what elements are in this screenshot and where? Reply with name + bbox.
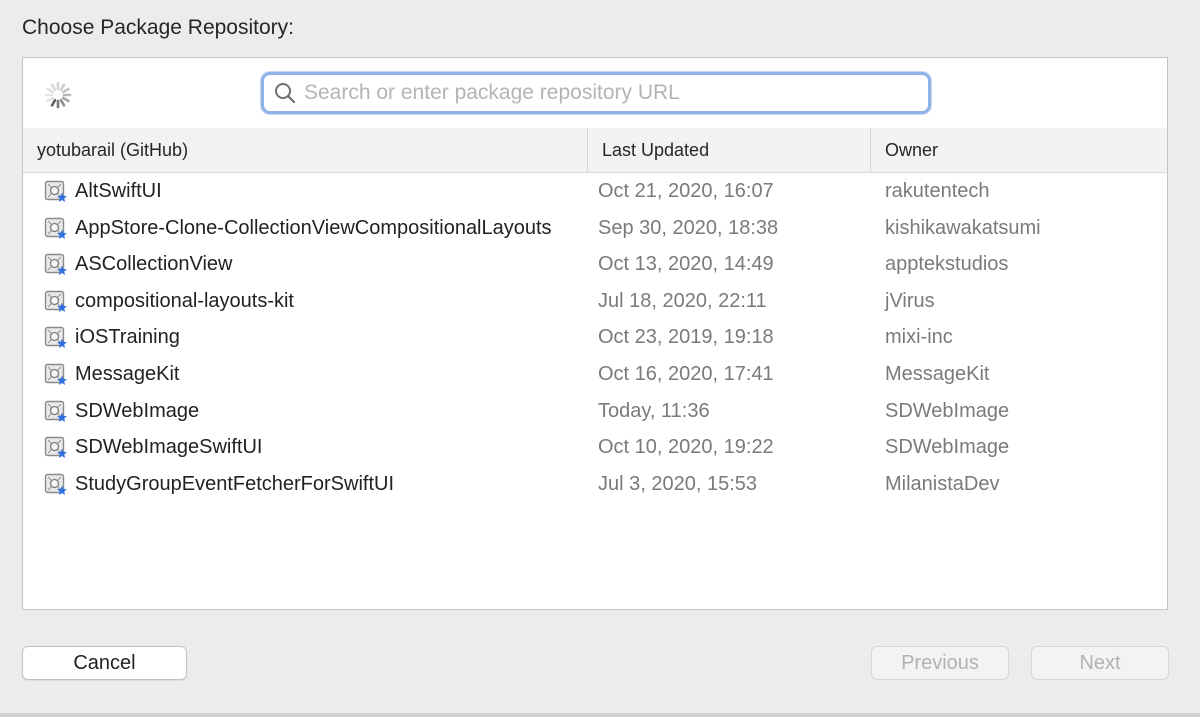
swift-package-icon xyxy=(44,253,67,276)
previous-button[interactable]: Previous xyxy=(871,646,1009,680)
repository-name: compositional-layouts-kit xyxy=(75,289,294,312)
repository-name: AltSwiftUI xyxy=(75,180,162,202)
last-updated-date: Today, 11:36 xyxy=(598,399,710,422)
last-updated-date: Sep 30, 2020, 18:38 xyxy=(598,216,779,239)
cancel-button[interactable]: Cancel xyxy=(22,646,187,680)
last-updated-date: Jul 3, 2020, 15:53 xyxy=(598,472,758,495)
last-updated-date: Oct 16, 2020, 17:41 xyxy=(598,362,774,385)
repository-name: SDWebImage xyxy=(75,399,200,422)
repository-name: StudyGroupEventFetcherForSwiftUI xyxy=(75,472,395,495)
column-header-name[interactable]: yotubarail (GitHub) xyxy=(23,128,587,172)
table-row[interactable]: compositional-layouts-kit Jul 18, 2020, 2… xyxy=(23,283,1167,320)
repository-name: ASCollectionView xyxy=(75,253,233,276)
table-row[interactable]: AppStore-Clone-CollectionViewComposition… xyxy=(23,210,1167,247)
last-updated-date: Oct 13, 2020, 14:49 xyxy=(598,253,774,276)
swift-package-icon xyxy=(44,327,67,349)
table-row[interactable]: SDWebImageSwiftUI Oct 10, 2020, 19:22 SDWe… xyxy=(23,429,1167,466)
repository-name: iOSTraining xyxy=(75,326,180,349)
repository-owner: SDWebImage xyxy=(885,399,1010,422)
search-field[interactable] xyxy=(261,72,931,114)
repository-name: SDWebImageSwiftUI xyxy=(75,436,263,459)
table-row[interactable]: SDWebImage Today, 11:36 SDWebImage xyxy=(23,393,1167,430)
table-row[interactable]: iOSTraining Oct 23, 2019, 19:18 mixi-inc xyxy=(23,319,1167,356)
window-bottom-edge xyxy=(0,713,1200,717)
last-updated-date: Oct 10, 2020, 19:22 xyxy=(598,436,774,459)
repository-owner: jVirus xyxy=(885,289,935,312)
table-row[interactable]: StudyGroupEventFetcherForSwiftUI Jul 3, 2… xyxy=(23,466,1167,503)
table-row[interactable]: ASCollectionView Oct 13, 2020, 14:49 appte… xyxy=(23,246,1167,283)
swift-package-icon xyxy=(44,180,67,202)
loading-spinner-icon xyxy=(44,81,72,109)
repository-owner: mixi-inc xyxy=(885,326,953,349)
repository-owner: MessageKit xyxy=(885,362,990,385)
swift-package-icon xyxy=(44,290,67,312)
repository-owner: apptekstudios xyxy=(885,253,1009,276)
swift-package-icon xyxy=(44,363,67,385)
repository-owner: kishikawakatsumi xyxy=(885,216,1041,239)
repository-list: AltSwiftUI Oct 21, 2020, 16:07 rakutentech… xyxy=(23,173,1167,502)
table-row[interactable]: MessageKit Oct 16, 2020, 17:41 MessageKit xyxy=(23,356,1167,393)
dialog-title: Choose Package Repository: xyxy=(22,16,294,39)
last-updated-date: Oct 23, 2019, 19:18 xyxy=(598,326,774,349)
next-button[interactable]: Next xyxy=(1031,646,1169,680)
swift-package-icon xyxy=(44,400,67,422)
swift-package-icon xyxy=(44,473,67,495)
repository-name: AppStore-Clone-CollectionViewComposition… xyxy=(75,216,552,239)
search-input[interactable] xyxy=(304,78,920,108)
table-header: yotubarail (GitHub) Last Updated Owner xyxy=(23,128,1167,173)
repository-owner: rakutentech xyxy=(885,180,990,202)
swift-package-icon xyxy=(44,436,67,459)
repository-owner: MilanistaDev xyxy=(885,472,1000,495)
column-header-owner[interactable]: Owner xyxy=(870,128,1167,172)
search-icon xyxy=(275,83,296,104)
repository-name: MessageKit xyxy=(75,362,180,385)
repository-browser: yotubarail (GitHub) Last Updated Owner A… xyxy=(22,57,1168,610)
last-updated-date: Oct 21, 2020, 16:07 xyxy=(598,180,774,202)
swift-package-icon xyxy=(44,217,67,239)
column-header-last-updated[interactable]: Last Updated xyxy=(587,128,870,172)
repository-owner: SDWebImage xyxy=(885,436,1010,459)
table-row[interactable]: AltSwiftUI Oct 21, 2020, 16:07 rakutentech xyxy=(23,173,1167,210)
last-updated-date: Jul 18, 2020, 22:11 xyxy=(598,289,767,312)
